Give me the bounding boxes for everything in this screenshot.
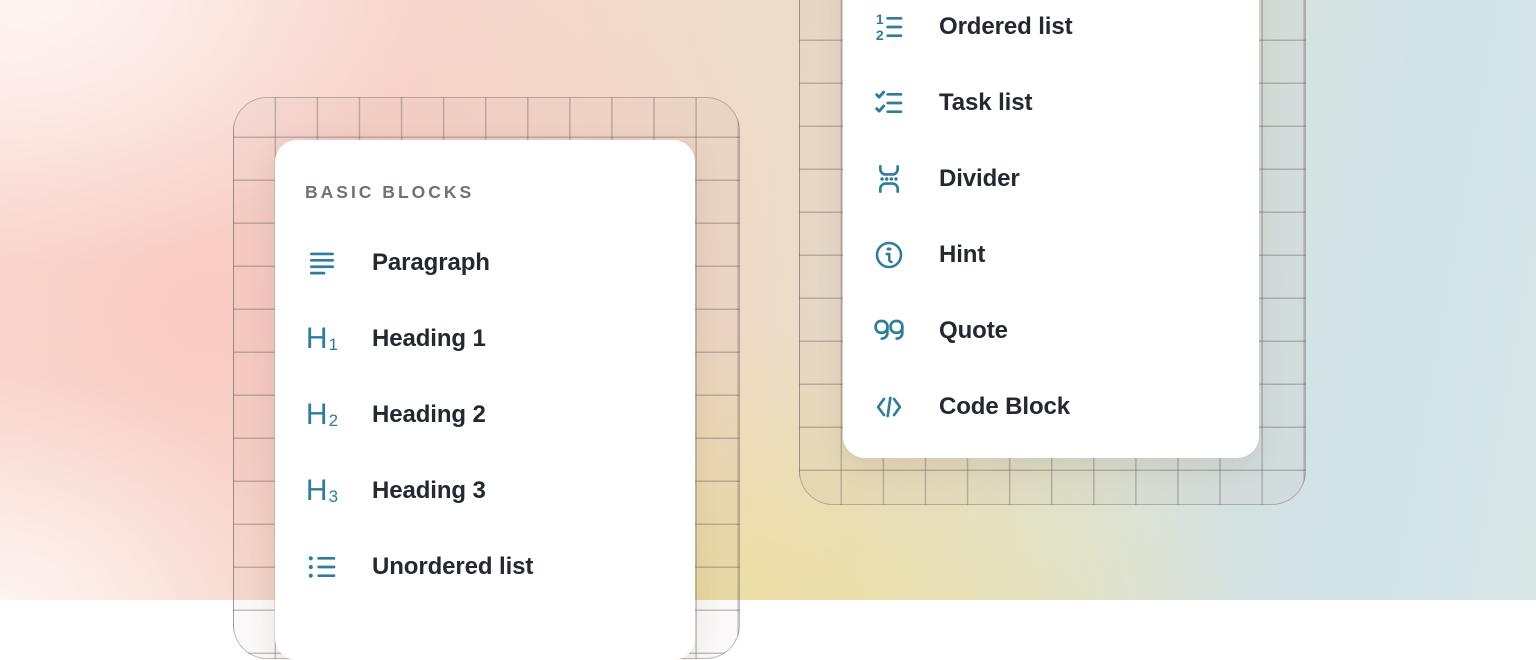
menu-item-quote[interactable]: Quote xyxy=(872,293,1259,369)
menu-item-label: Hint xyxy=(939,241,985,269)
basic-blocks-section-label: BASIC BLOCKS xyxy=(305,181,695,203)
advanced-blocks-item-list: 12 Ordered list Task list Divider Hint Quote C… xyxy=(872,0,1259,445)
menu-item-heading-3[interactable]: H3 Heading 3 xyxy=(305,453,695,529)
unordered-list-icon xyxy=(305,550,339,584)
menu-item-code-block[interactable]: Code Block xyxy=(872,369,1259,445)
menu-item-label: Heading 2 xyxy=(372,401,486,429)
heading-1-icon: H1 xyxy=(305,322,339,356)
menu-item-label: Divider xyxy=(939,165,1020,193)
paragraph-icon xyxy=(305,246,339,280)
menu-item-label: Code Block xyxy=(939,393,1070,421)
hint-icon xyxy=(872,238,906,272)
menu-item-heading-2[interactable]: H2 Heading 2 xyxy=(305,377,695,453)
quote-icon xyxy=(872,314,906,348)
menu-item-label: Ordered list xyxy=(939,13,1073,41)
divider-icon xyxy=(872,162,906,196)
menu-item-paragraph[interactable]: Paragraph xyxy=(305,225,695,301)
code-block-icon xyxy=(872,390,906,424)
menu-item-ordered-list[interactable]: 12 Ordered list xyxy=(872,0,1259,65)
svg-text:2: 2 xyxy=(876,27,884,43)
heading-2-icon: H2 xyxy=(305,398,339,432)
menu-item-label: Heading 3 xyxy=(372,477,486,505)
basic-blocks-item-list: Paragraph H1 Heading 1 H2 Heading 2 H3 Heading… xyxy=(305,225,695,605)
menu-item-label: Quote xyxy=(939,317,1008,345)
menu-item-hint[interactable]: Hint xyxy=(872,217,1259,293)
svg-text:1: 1 xyxy=(876,11,884,27)
menu-item-unordered-list[interactable]: Unordered list xyxy=(305,529,695,605)
basic-blocks-menu: BASIC BLOCKS Paragraph H1 Heading 1 H2 Headi… xyxy=(275,140,695,660)
task-list-icon xyxy=(872,86,906,120)
menu-item-label: Unordered list xyxy=(372,553,533,581)
menu-item-divider[interactable]: Divider xyxy=(872,141,1259,217)
menu-item-label: Heading 1 xyxy=(372,325,486,353)
advanced-blocks-menu: 12 Ordered list Task list Divider Hint Quote C… xyxy=(843,0,1259,458)
menu-item-label: Task list xyxy=(939,89,1032,117)
menu-item-task-list[interactable]: Task list xyxy=(872,65,1259,141)
menu-item-label: Paragraph xyxy=(372,249,490,277)
heading-3-icon: H3 xyxy=(305,474,339,508)
menu-item-heading-1[interactable]: H1 Heading 1 xyxy=(305,301,695,377)
ordered-list-icon: 12 xyxy=(872,10,906,44)
